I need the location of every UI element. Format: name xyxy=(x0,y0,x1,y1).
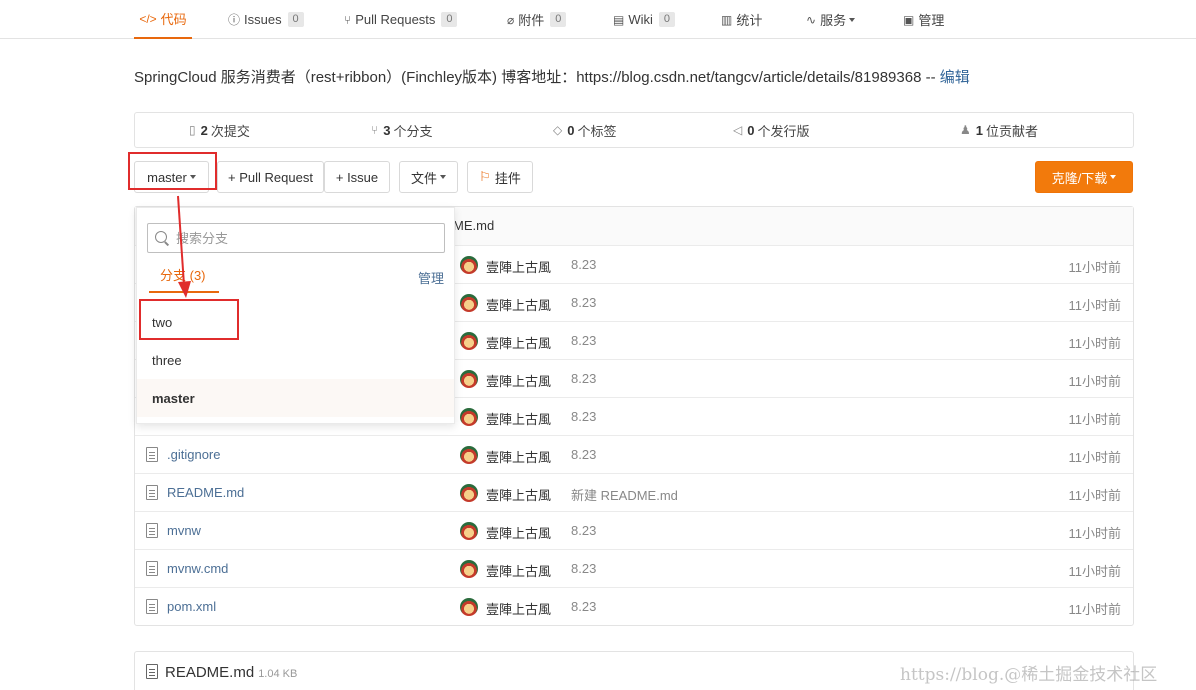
file-icon xyxy=(146,485,158,500)
issue-icon: ⓘ xyxy=(228,13,241,27)
watermark: https://blog.@稀土掘金技术社区 xyxy=(900,665,1158,685)
branches-stat[interactable]: ⑂ 3 个分支 xyxy=(371,113,432,147)
file-menu-button[interactable]: 文件 xyxy=(399,161,458,193)
avatar[interactable] xyxy=(460,294,478,312)
avatar[interactable] xyxy=(460,370,478,388)
tab-wiki[interactable]: ▤ Wiki 0 xyxy=(613,0,675,39)
pull-requests-count-badge: 0 xyxy=(441,12,458,27)
table-row[interactable]: mvnw.cmd 壹陣上古風 8.23 11小时前 xyxy=(135,549,1133,587)
pull-request-icon: ⑂ xyxy=(344,12,352,27)
branch-search-input[interactable] xyxy=(176,225,436,251)
tab-services[interactable]: ∿ 服务 xyxy=(806,0,856,39)
bookmark-icon: ⚐ xyxy=(479,169,491,184)
attachment-icon: ⌀ xyxy=(507,12,515,27)
service-icon: ∿ xyxy=(806,12,817,27)
avatar[interactable] xyxy=(460,560,478,578)
branch-icon: ⑂ xyxy=(371,123,379,137)
tab-attachments[interactable]: ⌀ 附件 0 xyxy=(507,0,567,39)
attachments-count-badge: 0 xyxy=(550,12,567,27)
repo-description: SpringCloud 服务消费者（rest+ribbon）(Finchley版… xyxy=(134,69,970,86)
branch-item-master[interactable]: master xyxy=(137,379,454,417)
tab-stats[interactable]: ▥ 统计 xyxy=(721,0,762,39)
new-issue-button[interactable]: + Issue xyxy=(324,161,390,193)
commit-icon: ▯ xyxy=(189,123,196,137)
branch-item-three[interactable]: three xyxy=(137,341,454,379)
tab-issues[interactable]: ⓘ Issues 0 xyxy=(228,0,304,39)
table-row[interactable]: pom.xml 壹陣上古風 8.23 11小时前 xyxy=(135,587,1133,625)
annotation-box-branch-two xyxy=(139,299,239,340)
avatar[interactable] xyxy=(460,484,478,502)
search-icon xyxy=(155,231,167,243)
branch-search-box[interactable] xyxy=(147,223,445,253)
wiki-count-badge: 0 xyxy=(658,12,675,27)
edit-description-link[interactable]: 编辑 xyxy=(940,69,970,86)
releases-stat[interactable]: ◁ 0 个发行版 xyxy=(733,113,809,147)
avatar[interactable] xyxy=(460,446,478,464)
clone-download-button[interactable]: 克隆/下载 xyxy=(1035,161,1133,193)
avatar[interactable] xyxy=(460,522,478,540)
avatar[interactable] xyxy=(460,598,478,616)
stats-icon: ▥ xyxy=(721,12,733,27)
tab-branches[interactable]: 分支 (3) xyxy=(149,265,219,293)
widget-button[interactable]: ⚐ 挂件 xyxy=(467,161,533,193)
repo-nav: </> 代码 ⓘ Issues 0 ⑂ Pull Requests 0 ⌀ 附件… xyxy=(0,0,1196,39)
new-pull-request-button[interactable]: + Pull Request xyxy=(217,161,324,193)
tab-pull-requests[interactable]: ⑂ Pull Requests 0 xyxy=(344,0,458,39)
file-icon xyxy=(146,664,158,679)
repo-stats: ▯ 2 次提交 ⑂ 3 个分支 ◇ 0 个标签 ◁ 0 个发行版 ♟ 1 位贡献… xyxy=(134,112,1134,148)
avatar[interactable] xyxy=(460,256,478,274)
file-icon xyxy=(146,523,158,538)
code-icon: </> xyxy=(139,11,157,26)
chevron-down-icon xyxy=(440,175,446,179)
table-row[interactable]: mvnw 壹陣上古風 8.23 11小时前 xyxy=(135,511,1133,549)
avatar[interactable] xyxy=(460,332,478,350)
file-icon xyxy=(146,447,158,462)
avatar[interactable] xyxy=(460,408,478,426)
file-icon xyxy=(146,599,158,614)
tab-code[interactable]: </> 代码 xyxy=(134,0,192,39)
chevron-down-icon xyxy=(1110,175,1117,179)
manage-icon: ▣ xyxy=(903,12,915,27)
tab-manage[interactable]: ▣ 管理 xyxy=(903,0,944,39)
readme-title: README.md 1.04 KB xyxy=(165,664,298,681)
commits-stat[interactable]: ▯ 2 次提交 xyxy=(189,113,250,147)
tags-stat[interactable]: ◇ 0 个标签 xyxy=(553,113,616,147)
contributors-stat[interactable]: ♟ 1 位贡献者 xyxy=(960,113,1038,147)
tag-icon: ◇ xyxy=(553,123,563,137)
file-icon xyxy=(146,561,158,576)
chevron-down-icon xyxy=(849,17,856,22)
table-row[interactable]: README.md 壹陣上古風 新建 README.md 11小时前 xyxy=(135,473,1133,511)
manage-branches-link[interactable]: 管理 xyxy=(418,268,444,287)
wiki-icon: ▤ xyxy=(613,12,625,27)
contributors-icon: ♟ xyxy=(960,123,971,137)
annotation-box-branch-button xyxy=(128,152,217,190)
table-row[interactable]: .gitignore 壹陣上古風 8.23 11小时前 xyxy=(135,435,1133,473)
release-icon: ◁ xyxy=(733,123,743,137)
readme-size: 1.04 KB xyxy=(258,668,298,680)
issues-count-badge: 0 xyxy=(287,12,304,27)
